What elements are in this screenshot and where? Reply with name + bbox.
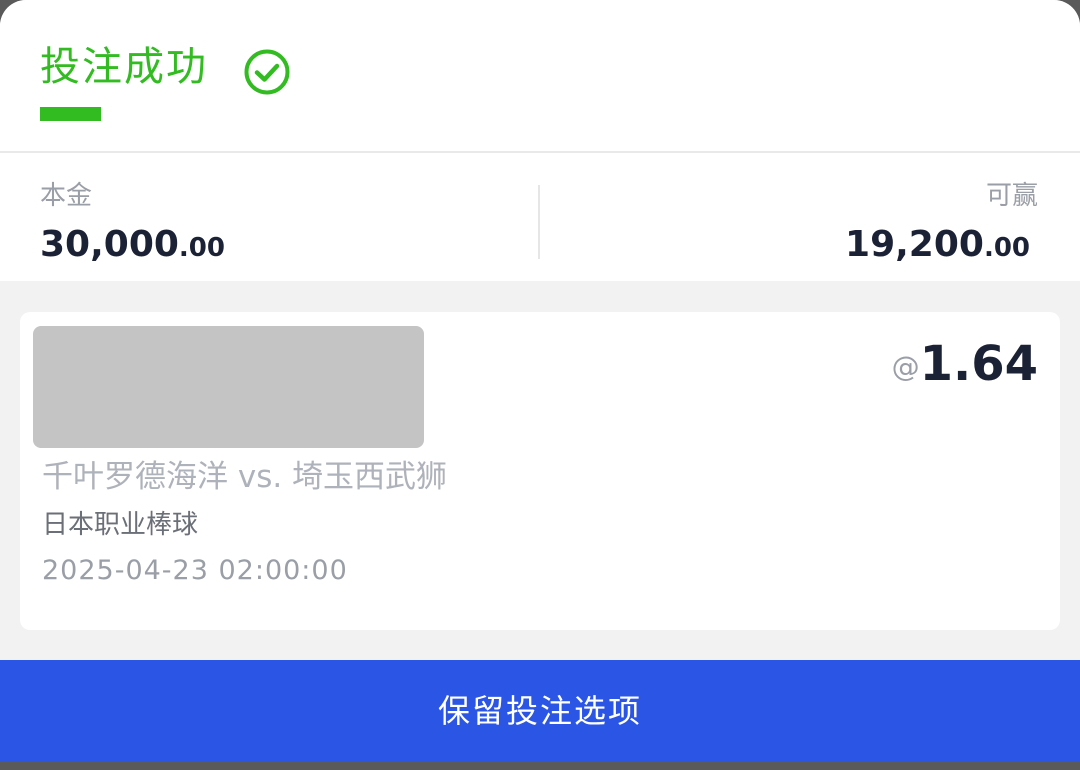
title-underline	[40, 107, 101, 121]
keep-selections-button[interactable]: 保留投注选项	[0, 660, 1080, 762]
stake-decimal: .00	[178, 233, 225, 263]
redacted-selection-block	[33, 326, 424, 448]
summary-divider	[538, 185, 540, 259]
amount-summary: 本金 30,000.00 可赢 19,200.00	[0, 153, 1080, 281]
league-name: 日本职业棒球	[42, 510, 199, 540]
odds-prefix: @	[891, 350, 920, 383]
potential-win-label: 可赢	[985, 181, 1038, 211]
odds-value: 1.64	[919, 336, 1038, 392]
stake-label: 本金	[40, 181, 93, 211]
stake-amount: 30,000.00	[40, 223, 225, 270]
match-name: 千叶罗德海洋 vs. 埼玉西武狮	[42, 459, 448, 495]
win-decimal: .00	[983, 233, 1030, 263]
match-datetime: 2025-04-23 02:00:00	[42, 555, 348, 586]
stake-integer: 30,000	[40, 224, 179, 265]
bet-success-sheet: 投注成功 本金 30,000.00 可赢 19,200.00 @1.64 千叶罗…	[0, 0, 1080, 762]
page-title: 投注成功	[40, 44, 208, 90]
sheet-header: 投注成功	[0, 0, 1080, 153]
odds-display: @1.64	[892, 336, 1038, 392]
potential-win-amount: 19,200.00	[845, 223, 1030, 270]
bet-selection-card: @1.64 千叶罗德海洋 vs. 埼玉西武狮 日本职业棒球 2025-04-23…	[20, 312, 1060, 630]
win-integer: 19,200	[845, 224, 984, 265]
check-circle-icon	[244, 49, 290, 95]
